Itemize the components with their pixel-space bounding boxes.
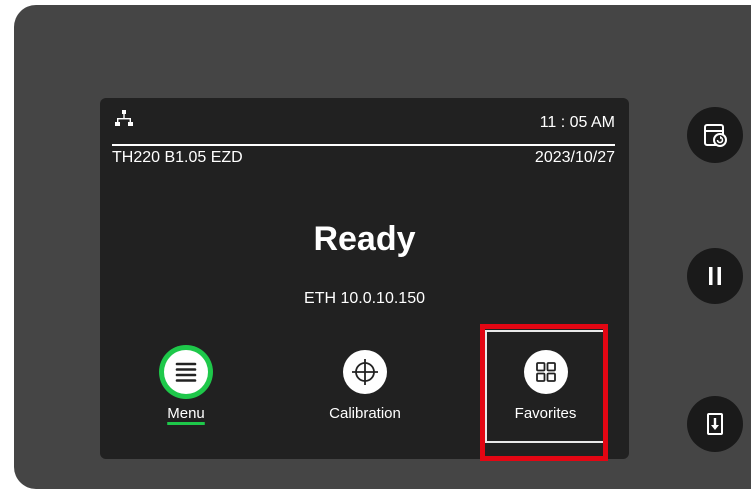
highlight-box	[480, 324, 608, 461]
clock-time: 11 : 05 AM	[539, 114, 615, 131]
pause-icon	[709, 267, 721, 285]
printer-status: Ready	[313, 220, 416, 258]
header-divider	[112, 144, 615, 146]
pause-button[interactable]	[687, 248, 743, 304]
cancel-icon	[707, 413, 723, 435]
feed-paper-icon	[704, 124, 727, 147]
crosshair-icon	[343, 350, 387, 394]
feed-button[interactable]	[687, 107, 743, 163]
model-firmware: TH220 B1.05 EZD	[112, 149, 243, 166]
network-icon	[115, 110, 133, 126]
network-address: ETH 10.0.10.150	[304, 290, 425, 307]
menu-label: Menu	[167, 405, 205, 422]
current-date: 2023/10/27	[534, 149, 615, 166]
cancel-button[interactable]	[687, 396, 743, 452]
calibration-button[interactable]: Calibration	[305, 350, 425, 422]
menu-icon	[164, 350, 208, 394]
calibration-label: Calibration	[329, 405, 401, 422]
menu-button[interactable]: Menu	[126, 350, 246, 422]
